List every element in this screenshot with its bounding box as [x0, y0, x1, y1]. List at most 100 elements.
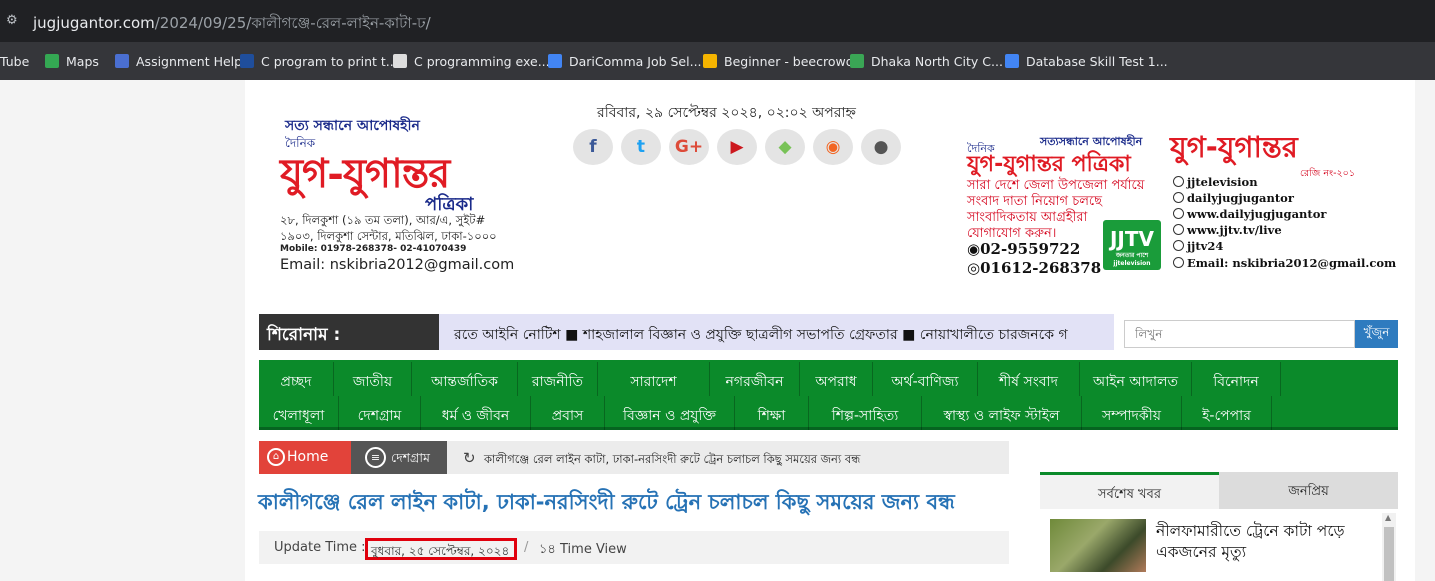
latest-news-list: নীলফামারীতে ট্রেনে কাটা পড়ে একজনের মৃত্… — [1040, 509, 1398, 581]
tab-latest-news[interactable]: সর্বশেষ খবর — [1040, 472, 1219, 509]
url-host: jugjugantor.com — [33, 14, 155, 32]
search-button[interactable]: খুঁজুন — [1355, 320, 1398, 348]
breadcrumb-category-label: দেশগ্রাম — [391, 450, 430, 465]
menu-item[interactable]: অপরাধ — [800, 362, 873, 396]
docs-icon — [1005, 54, 1019, 68]
logo-email: Email: nskibria2012@gmail.com — [280, 257, 515, 273]
bookmark-item[interactable]: Tube — [0, 52, 29, 70]
bookmark-label: DariComma Job Sel... — [569, 53, 702, 69]
news-item-title[interactable]: নীলফামারীতে ট্রেনে কাটা পড়ে একজনের মৃত্… — [1156, 521, 1356, 563]
menu-item[interactable]: আইন আদালত — [1080, 362, 1192, 396]
menu-item[interactable]: স্বাস্থ্য ও লাইফ স্টাইল — [922, 396, 1082, 430]
ad-brand: যুগ-যুগান্তর — [1170, 130, 1298, 164]
menu-icon: ≡ — [365, 447, 386, 468]
bookmark-label: Database Skill Test 1... — [1026, 53, 1168, 69]
menu-item[interactable]: দেশগ্রাম — [339, 396, 421, 430]
breadcrumb-home[interactable]: ⌂ Home — [259, 441, 351, 474]
menu-item[interactable]: শিক্ষা — [735, 396, 809, 430]
menu-item[interactable]: আন্তর্জাতিক — [412, 362, 518, 396]
meta-separator: / — [524, 540, 529, 555]
update-time-label: Update Time : — [274, 540, 366, 555]
url-text[interactable]: jugjugantor.com/2024/09/25/কালীগঞ্জে-রেল… — [33, 12, 431, 37]
update-date-highlight: বুধবার, ২৫ সেপ্টেম্বর, ২০২৪ — [365, 538, 517, 560]
search-input[interactable] — [1124, 320, 1355, 348]
tab-popular[interactable]: জনপ্রিয় — [1219, 472, 1398, 509]
facebook-icon[interactable]: f — [573, 129, 613, 165]
menu-item[interactable]: ই-পেপার — [1182, 396, 1272, 430]
bookmark-label: Tube — [0, 53, 30, 69]
menu-item[interactable]: ধর্ম ও জীবন — [421, 396, 531, 430]
bookmark-item[interactable]: DariComma Job Sel... — [548, 52, 702, 70]
menu-item[interactable]: প্রবাস — [531, 396, 605, 430]
ad-contact-text: dailyjugjugantor — [1187, 191, 1294, 205]
bookmark-item[interactable]: C programming exe... — [393, 52, 550, 70]
article-meta: Update Time : বুধবার, ২৫ সেপ্টেম্বর, ২০২… — [259, 531, 1009, 564]
android-icon[interactable]: ◆ — [765, 129, 805, 165]
menu-item[interactable]: শীর্ষ সংবাদ — [978, 362, 1080, 396]
bookmark-item[interactable]: Database Skill Test 1... — [1005, 52, 1168, 70]
menu-item[interactable]: রাজনীতি — [518, 362, 598, 396]
breadcrumb-category[interactable]: ≡ দেশগ্রাম — [351, 441, 447, 474]
sidebar-scrollbar[interactable]: ▲ — [1382, 513, 1396, 581]
rss-icon[interactable]: ◉ — [813, 129, 853, 165]
ad-contact-text: jjtelevision — [1187, 175, 1258, 189]
graduation-cap-icon — [240, 54, 254, 68]
globe-icon — [1173, 208, 1184, 219]
jjtv-logo: JJTV জনতার পাশে jjtelevision — [1103, 220, 1161, 270]
apple-icon[interactable]: ● — [861, 129, 901, 165]
bookmark-label: C program to print t... — [261, 53, 398, 69]
dncc-icon — [850, 54, 864, 68]
facebook-icon — [1173, 176, 1184, 187]
breadcrumb-current-label: কালীগঞ্জে রেল লাইন কাটা, ঢাকা-নরসিংদী রু… — [484, 452, 861, 466]
youtube-icon — [1173, 240, 1184, 251]
news-thumbnail[interactable] — [1050, 519, 1146, 572]
logo-mobile: Mobile: 01978-268378- 02-41070439 — [280, 244, 467, 254]
bookmark-item[interactable]: Assignment Help — [115, 52, 242, 70]
ad-contact-youtube: jjtv24 — [1173, 239, 1223, 253]
menu-item[interactable]: বিনোদন — [1192, 362, 1281, 396]
menu-item[interactable]: জাতীয় — [334, 362, 412, 396]
bookmark-item[interactable]: C program to print t... — [240, 52, 398, 70]
menu-item[interactable]: প্রচ্ছদ — [259, 362, 334, 396]
main-navigation: প্রচ্ছদ জাতীয় আন্তর্জাতিক রাজনীতি সারাদেশ নগ… — [259, 360, 1398, 430]
menu-item[interactable]: শিল্প-সাহিত্য — [809, 396, 922, 430]
google-plus-icon[interactable]: G+ — [669, 129, 709, 165]
menu-item[interactable]: খেলাধূলা — [259, 396, 339, 430]
ad-phone-1: ◉02-9559722 — [967, 240, 1081, 258]
bookmark-label: C programming exe... — [414, 53, 550, 69]
url-path: /2024/09/25/কালীগঞ্জে-রেল-লাইন-কাটা-ঢ/ — [154, 14, 431, 32]
twitter-icon[interactable]: t — [621, 129, 661, 165]
sidebar-tabs: সর্বশেষ খবর জনপ্রিয় — [1040, 472, 1398, 509]
jjtv-logo-sub: জনতার পাশে jjtelevision — [1113, 252, 1151, 267]
menu-item[interactable]: নগরজীবন — [710, 362, 800, 396]
ad-phone-1-text: 02-9559722 — [980, 240, 1081, 258]
facebook-icon — [1173, 192, 1184, 203]
site-info-icon[interactable]: ⚙ — [6, 13, 22, 29]
view-count: ১৪ Time View — [539, 542, 627, 557]
ticker-text[interactable]: রতে আইনি নোটিশ ■ শাহজালাল বিজ্ঞান ও প্রয… — [454, 323, 1068, 347]
bookmark-item[interactable]: Maps — [45, 52, 99, 70]
ad-phone-2: ◎01612-268378 — [967, 259, 1102, 277]
ad-contact-text: jjtv24 — [1187, 239, 1224, 253]
headline-ticker[interactable]: রতে আইনি নোটিশ ■ শাহজালাল বিজ্ঞান ও প্রয… — [439, 314, 1114, 350]
header-advertisement[interactable]: দৈনিক সত্যসন্ধানে আপোষহীন যুগ-যুগান্তর প… — [965, 125, 1396, 280]
ad-contact-email: Email: nskibria2012@gmail.com — [1173, 256, 1396, 270]
bookmarks-bar: Tube Maps Assignment Help C program to prin… — [0, 42, 1435, 80]
scroll-thumb[interactable] — [1384, 527, 1394, 581]
menu-item[interactable]: বিজ্ঞান ও প্রযুক্তি — [605, 396, 735, 430]
youtube-icon[interactable]: ▶ — [717, 129, 757, 165]
site-logo[interactable]: সত্য সন্ধানে আপোষহীন দৈনিক যুগ-যুগান্তর … — [280, 110, 515, 280]
bookmark-label: Assignment Help — [136, 53, 243, 69]
ad-contact-text: www.jjtv.tv/live — [1187, 223, 1282, 237]
scroll-up-icon[interactable]: ▲ — [1385, 513, 1391, 522]
menu-item[interactable]: অর্থ-বাণিজ্য — [873, 362, 978, 396]
email-icon — [1173, 257, 1184, 268]
menu-item[interactable]: সম্পাদকীয় — [1082, 396, 1182, 430]
docs-icon — [548, 54, 562, 68]
beecrowd-icon — [703, 54, 717, 68]
menu-item[interactable]: সারাদেশ — [598, 362, 710, 396]
bookmark-item[interactable]: Beginner - beecrowd — [703, 52, 854, 70]
ad-contact-facebook: jjtelevision — [1173, 175, 1258, 189]
address-bar[interactable]: ⚙ jugjugantor.com/2024/09/25/কালীগঞ্জে-র… — [0, 0, 1435, 42]
bookmark-item[interactable]: Dhaka North City C... — [850, 52, 1003, 70]
